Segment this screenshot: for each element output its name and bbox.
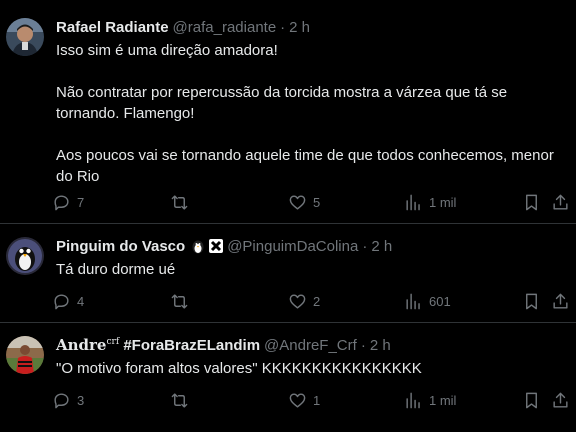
views-count: 601 [429, 293, 451, 309]
display-name-superscript: crf [106, 337, 120, 347]
share-upload-icon [553, 293, 568, 309]
bar-chart-icon [406, 194, 420, 210]
share-button[interactable] [551, 191, 570, 213]
bar-chart-icon [406, 293, 420, 309]
tweet-header: Pinguim do Vasco @PinguimDaColina · 2 h [56, 236, 568, 256]
avatar-image [6, 18, 44, 56]
timestamp[interactable]: 2 h [289, 19, 310, 36]
display-name-hashtag: #ForaBrazELandim [119, 337, 261, 354]
bookmark-button[interactable] [522, 389, 541, 411]
heart-icon [289, 293, 306, 309]
views-button[interactable]: 1 mil [404, 389, 456, 411]
bookmark-button[interactable] [522, 290, 541, 312]
bar-chart-icon [406, 392, 420, 408]
heart-icon [289, 194, 306, 210]
user-handle[interactable]: @PinguimDaColina [227, 238, 358, 255]
bookmark-icon [526, 194, 537, 210]
heart-icon [289, 392, 306, 408]
retweet-button[interactable] [170, 191, 195, 213]
separator-dot: · [280, 18, 286, 36]
reply-button[interactable]: 4 [52, 290, 84, 312]
share-button[interactable] [551, 389, 570, 411]
like-count: 5 [313, 194, 321, 210]
tweet-pinguim[interactable]: Pinguim do Vasco @PinguimDaColina · 2 h … [0, 224, 576, 323]
tweet-actions: 3 1 1 mil [52, 389, 576, 411]
tweet-andre[interactable]: Andrecrf #ForaBrazELandim @AndreF_Crf · … [0, 323, 576, 432]
display-name-main: Andre [56, 336, 107, 354]
tweet-actions: 7 5 1 mil [52, 191, 576, 213]
retweet-icon [171, 392, 188, 408]
avatar-image [6, 336, 44, 374]
tweet-text: Isso sim é uma direção amadora! Não cont… [56, 42, 554, 185]
avatar[interactable] [6, 18, 44, 56]
views-button[interactable]: 601 [404, 290, 451, 312]
user-handle[interactable]: @AndreF_Crf [264, 337, 357, 354]
vasco-cross-badge-icon [209, 239, 224, 253]
like-count: 1 [313, 392, 321, 408]
share-button[interactable] [551, 290, 570, 312]
share-upload-icon [553, 392, 568, 408]
tweet-actions: 4 2 601 [52, 290, 576, 312]
views-count: 1 mil [429, 392, 457, 408]
display-name[interactable]: Pinguim do Vasco [56, 238, 185, 255]
tweet-text: "O motivo foram altos valores" KKKKKKKKK… [56, 360, 422, 377]
display-name[interactable]: Rafael Radiante [56, 19, 169, 36]
penguin-emoji-icon [191, 239, 205, 254]
reply-bubble-icon [54, 392, 69, 408]
reply-bubble-icon [54, 194, 69, 210]
share-upload-icon [553, 194, 568, 210]
like-button[interactable]: 2 [288, 290, 320, 312]
retweet-button[interactable] [170, 290, 195, 312]
user-handle[interactable]: @rafa_radiante [173, 19, 277, 36]
timestamp[interactable]: 2 h [370, 337, 391, 354]
avatar[interactable] [6, 237, 44, 275]
like-count: 2 [313, 293, 321, 309]
tweet-text: Tá duro dorme ué [56, 261, 176, 278]
bookmark-button[interactable] [522, 191, 541, 213]
avatar-image [6, 237, 44, 275]
like-button[interactable]: 5 [288, 191, 320, 213]
timestamp[interactable]: 2 h [371, 238, 392, 255]
avatar[interactable] [6, 336, 44, 374]
views-count: 1 mil [429, 194, 457, 210]
retweet-icon [171, 194, 188, 210]
display-name[interactable]: Andrecrf #ForaBrazELandim [56, 336, 260, 354]
bookmark-icon [526, 293, 537, 309]
retweet-icon [171, 293, 188, 309]
views-button[interactable]: 1 mil [404, 191, 456, 213]
separator-dot: · [362, 237, 368, 255]
timeline-feed: Rafael Radiante @rafa_radiante · 2 h Iss… [0, 0, 576, 432]
reply-count: 3 [77, 392, 85, 408]
reply-count: 7 [77, 194, 85, 210]
tweet-rafael[interactable]: Rafael Radiante @rafa_radiante · 2 h Iss… [0, 0, 576, 224]
tweet-header: Andrecrf #ForaBrazELandim @AndreF_Crf · … [56, 335, 568, 355]
tweet-header: Rafael Radiante @rafa_radiante · 2 h [56, 17, 568, 37]
reply-bubble-icon [54, 293, 69, 309]
reply-button[interactable]: 3 [52, 389, 84, 411]
like-button[interactable]: 1 [288, 389, 320, 411]
retweet-button[interactable] [170, 389, 195, 411]
separator-dot: · [360, 336, 366, 354]
reply-count: 4 [77, 293, 85, 309]
reply-button[interactable]: 7 [52, 191, 84, 213]
bookmark-icon [526, 392, 537, 408]
